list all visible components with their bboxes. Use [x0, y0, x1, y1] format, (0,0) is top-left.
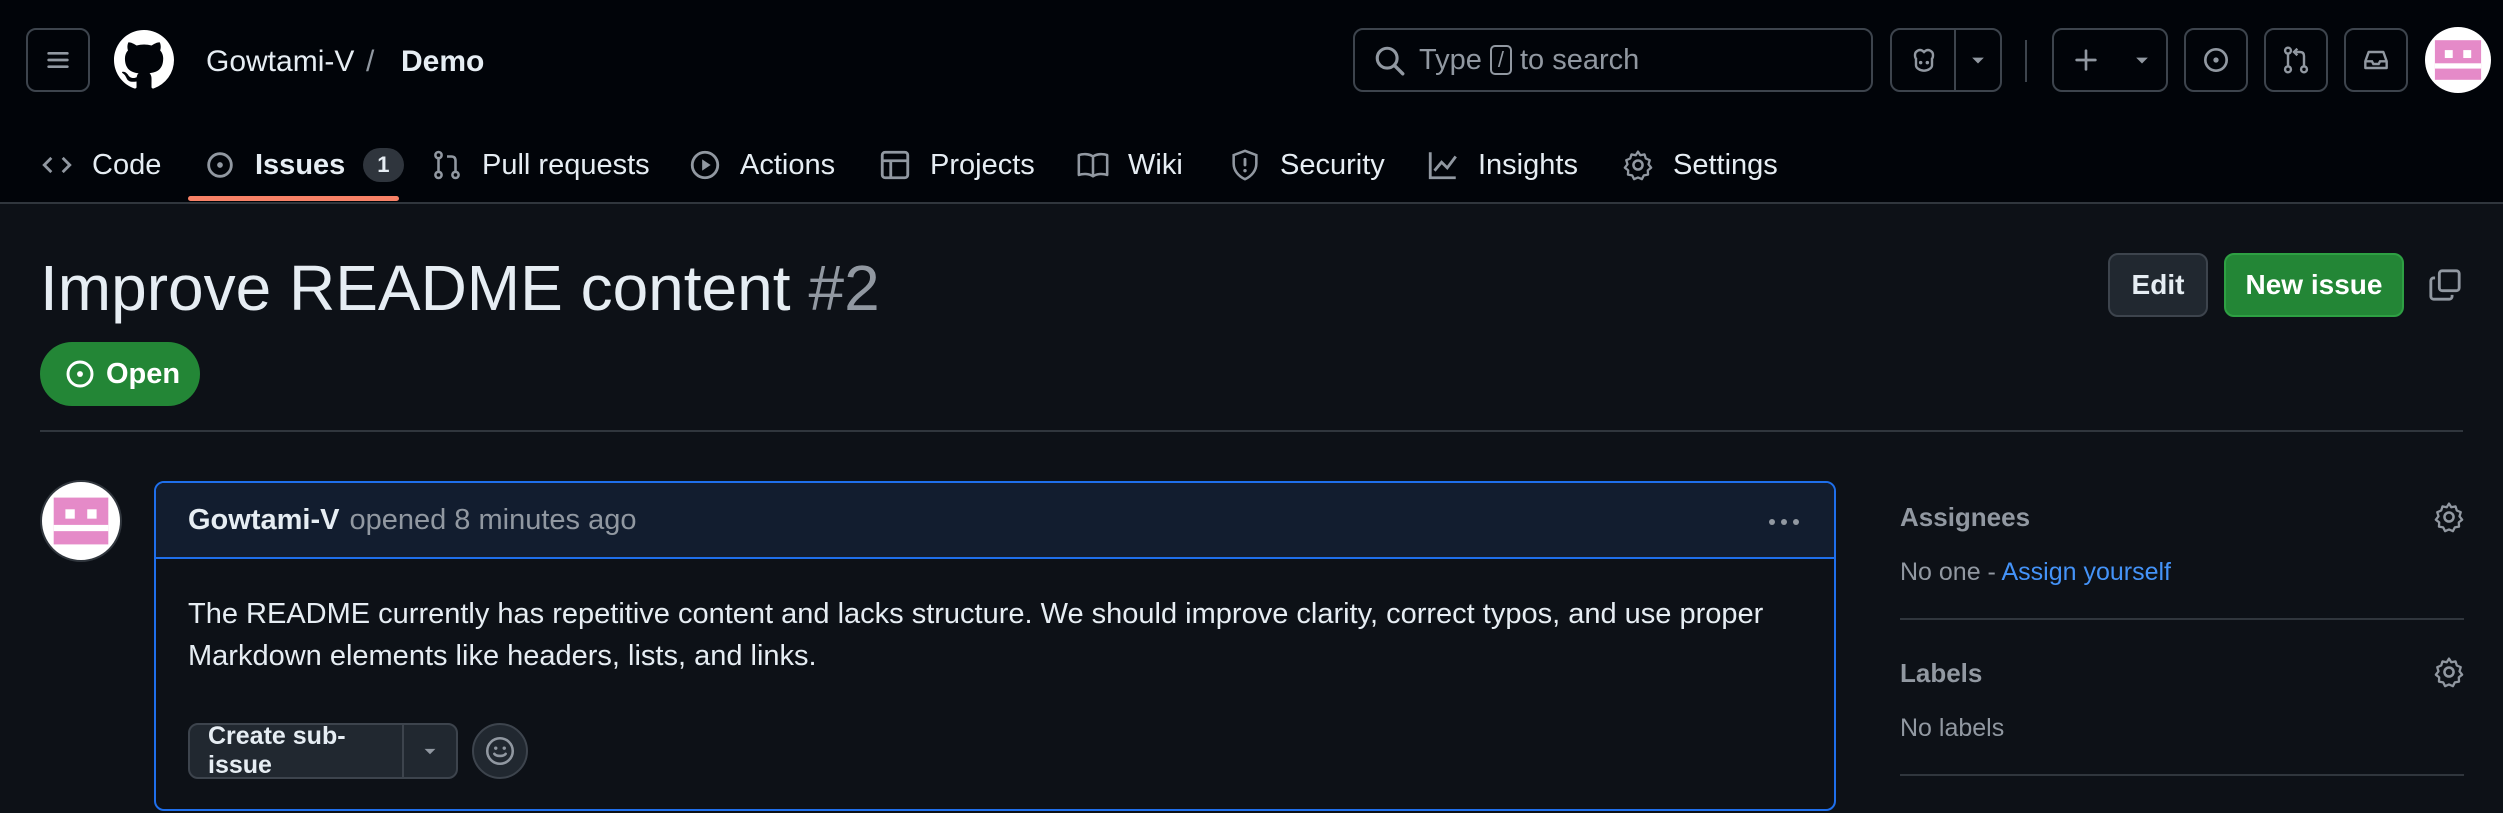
- gear-icon[interactable]: [2432, 655, 2466, 689]
- tab-insights[interactable]: Insights: [1426, 126, 1578, 204]
- assignees-value: No one - Assign yourself: [1900, 558, 2171, 587]
- copilot-button[interactable]: [1890, 28, 2002, 92]
- smiley-icon: [485, 736, 515, 766]
- shield-icon: [1232, 149, 1258, 181]
- tab-issues-label: Issues: [255, 148, 346, 181]
- create-sub-issue-label: Create sub-issue: [208, 722, 346, 779]
- search-icon: [1375, 46, 1405, 76]
- assignees-heading: Assignees: [1900, 502, 2031, 532]
- tab-wiki[interactable]: Wiki: [1076, 126, 1183, 204]
- copy-icon[interactable]: [2428, 268, 2462, 302]
- author-avatar[interactable]: [40, 480, 122, 562]
- tab-code[interactable]: Code: [40, 126, 161, 204]
- comment-meta: opened 8 minutes ago: [349, 503, 637, 536]
- breadcrumb-owner[interactable]: Gowtami-V: [206, 40, 354, 84]
- tab-security-label: Security: [1280, 148, 1385, 181]
- issue-icon: [207, 152, 233, 178]
- breadcrumb-repo[interactable]: Demo: [401, 40, 484, 84]
- sidebar-divider: [1900, 618, 2464, 620]
- graph-icon: [1428, 152, 1457, 180]
- labels-value: No labels: [1900, 714, 2005, 742]
- tab-security[interactable]: Security: [1228, 126, 1385, 204]
- tab-actions[interactable]: Actions: [688, 126, 835, 204]
- edit-button[interactable]: Edit: [2108, 253, 2208, 317]
- status-badge: Open: [40, 342, 200, 406]
- issue-comment: Gowtami-V opened 8 minutes ago The READM…: [154, 481, 1836, 811]
- inbox-button[interactable]: [2344, 28, 2408, 92]
- hamburger-icon: [47, 52, 69, 68]
- search-placeholder-suffix: to search: [1520, 43, 1640, 76]
- comment-body-line: The README currently has repetitive cont…: [188, 598, 1764, 630]
- issue-title: Improve README content #2: [40, 248, 880, 328]
- title-divider: [40, 430, 2463, 432]
- sidebar-divider: [1900, 774, 2464, 776]
- tab-settings[interactable]: Settings: [1621, 126, 1778, 204]
- assignees-none: No one -: [1900, 558, 1996, 586]
- status-label: Open: [106, 357, 181, 390]
- copilot-divider: [1954, 30, 1956, 90]
- tab-wiki-label: Wiki: [1128, 148, 1183, 181]
- comment-header: Gowtami-V opened 8 minutes ago: [156, 483, 1834, 559]
- tab-projects-label: Projects: [930, 148, 1035, 181]
- identicon-icon: [2434, 40, 2482, 80]
- plus-icon: [2075, 49, 2097, 71]
- tab-pull-requests-label: Pull requests: [482, 148, 650, 181]
- repo-tabs: Code Issues 1 Pull requests Actions Proj…: [0, 126, 2503, 204]
- add-reaction-button[interactable]: [472, 723, 528, 779]
- issue-number: #2: [808, 252, 880, 324]
- new-issue-button[interactable]: New issue: [2224, 253, 2404, 317]
- active-tab-indicator: [188, 196, 399, 201]
- issue-open-icon: [66, 360, 94, 388]
- create-new-button[interactable]: [2052, 28, 2168, 92]
- comment-body: The README currently has repetitive cont…: [156, 559, 1834, 677]
- gear-icon: [1623, 150, 1653, 181]
- search-shortcut-key: /: [1489, 45, 1512, 75]
- issue-icon: [2204, 48, 2228, 72]
- header-divider: [2025, 40, 2027, 82]
- issues-count-badge: 1: [363, 148, 404, 182]
- issues-button[interactable]: [2184, 28, 2248, 92]
- app-header: Gowtami-V / Demo Type / to search Code I…: [0, 0, 2503, 204]
- gear-icon[interactable]: [2432, 500, 2466, 534]
- comment-author[interactable]: Gowtami-V: [188, 504, 339, 537]
- labels-heading: Labels: [1900, 658, 1983, 688]
- table-icon: [880, 150, 910, 180]
- user-avatar[interactable]: [2425, 27, 2491, 93]
- book-icon: [1077, 152, 1109, 178]
- pull-request-icon: [434, 150, 460, 180]
- identicon-icon: [53, 497, 109, 545]
- menu-button[interactable]: [26, 28, 90, 92]
- tab-code-label: Code: [92, 148, 162, 181]
- tab-issues[interactable]: Issues 1: [203, 126, 404, 204]
- pull-request-icon: [2283, 46, 2309, 74]
- search-placeholder-prefix: Type: [1419, 43, 1482, 76]
- breadcrumb-separator: /: [366, 45, 375, 78]
- search-input[interactable]: Type / to search: [1353, 28, 1873, 92]
- pull-requests-button[interactable]: [2264, 28, 2328, 92]
- kebab-menu-icon[interactable]: [1764, 507, 1804, 537]
- sub-issue-dropdown[interactable]: [402, 725, 456, 777]
- tab-actions-label: Actions: [740, 148, 836, 181]
- chevron-down-icon: [2136, 57, 2148, 64]
- create-sub-issue-button[interactable]: Create sub-issue: [188, 722, 458, 779]
- tab-pull-requests[interactable]: Pull requests: [430, 126, 650, 204]
- play-icon: [690, 150, 720, 180]
- inbox-icon: [2364, 50, 2388, 70]
- chevron-down-icon[interactable]: [1964, 46, 1992, 74]
- tab-projects[interactable]: Projects: [878, 126, 1035, 204]
- tab-insights-label: Insights: [1478, 148, 1578, 181]
- issue-title-text: Improve README content: [40, 252, 791, 324]
- assign-yourself-link[interactable]: Assign yourself: [2001, 558, 2171, 586]
- comment-body-line: Markdown elements like headers, lists, a…: [188, 640, 817, 672]
- copilot-icon: [1913, 48, 1935, 72]
- tab-settings-label: Settings: [1673, 148, 1778, 181]
- github-logo-icon[interactable]: [114, 30, 174, 90]
- chevron-down-icon: [424, 748, 436, 755]
- code-icon: [42, 156, 72, 174]
